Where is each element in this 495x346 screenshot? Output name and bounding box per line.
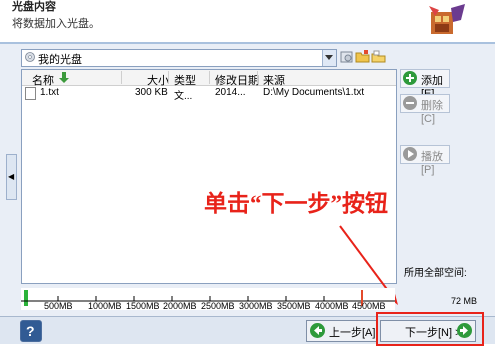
- help-button[interactable]: ?: [20, 320, 42, 342]
- help-icon: ?: [26, 323, 35, 339]
- arrow-left-icon: [310, 323, 325, 338]
- capacity-tick: 4500MB: [352, 301, 386, 311]
- capacity-tick: 3500MB: [277, 301, 311, 311]
- next-button-highlight: [376, 312, 484, 346]
- back-button-label: 上一步[A]: [329, 327, 376, 339]
- annotation-text: 单击“下一步”按钮: [204, 191, 388, 216]
- capacity-tick: 4000MB: [315, 301, 349, 311]
- capacity-tick: 1000MB: [88, 301, 122, 311]
- capacity-tick: 1500MB: [126, 301, 160, 311]
- capacity-tick: 2500MB: [201, 301, 235, 311]
- back-button[interactable]: 上一步[A]: [306, 320, 378, 342]
- capacity-used-bar: [24, 290, 28, 306]
- capacity-tick: 3000MB: [239, 301, 273, 311]
- capacity-tick: 2000MB: [163, 301, 197, 311]
- capacity-used-size: 72 MB: [451, 296, 478, 306]
- capacity-label: 所用全部空间:: [404, 268, 467, 279]
- capacity-tick: 500MB: [44, 301, 73, 311]
